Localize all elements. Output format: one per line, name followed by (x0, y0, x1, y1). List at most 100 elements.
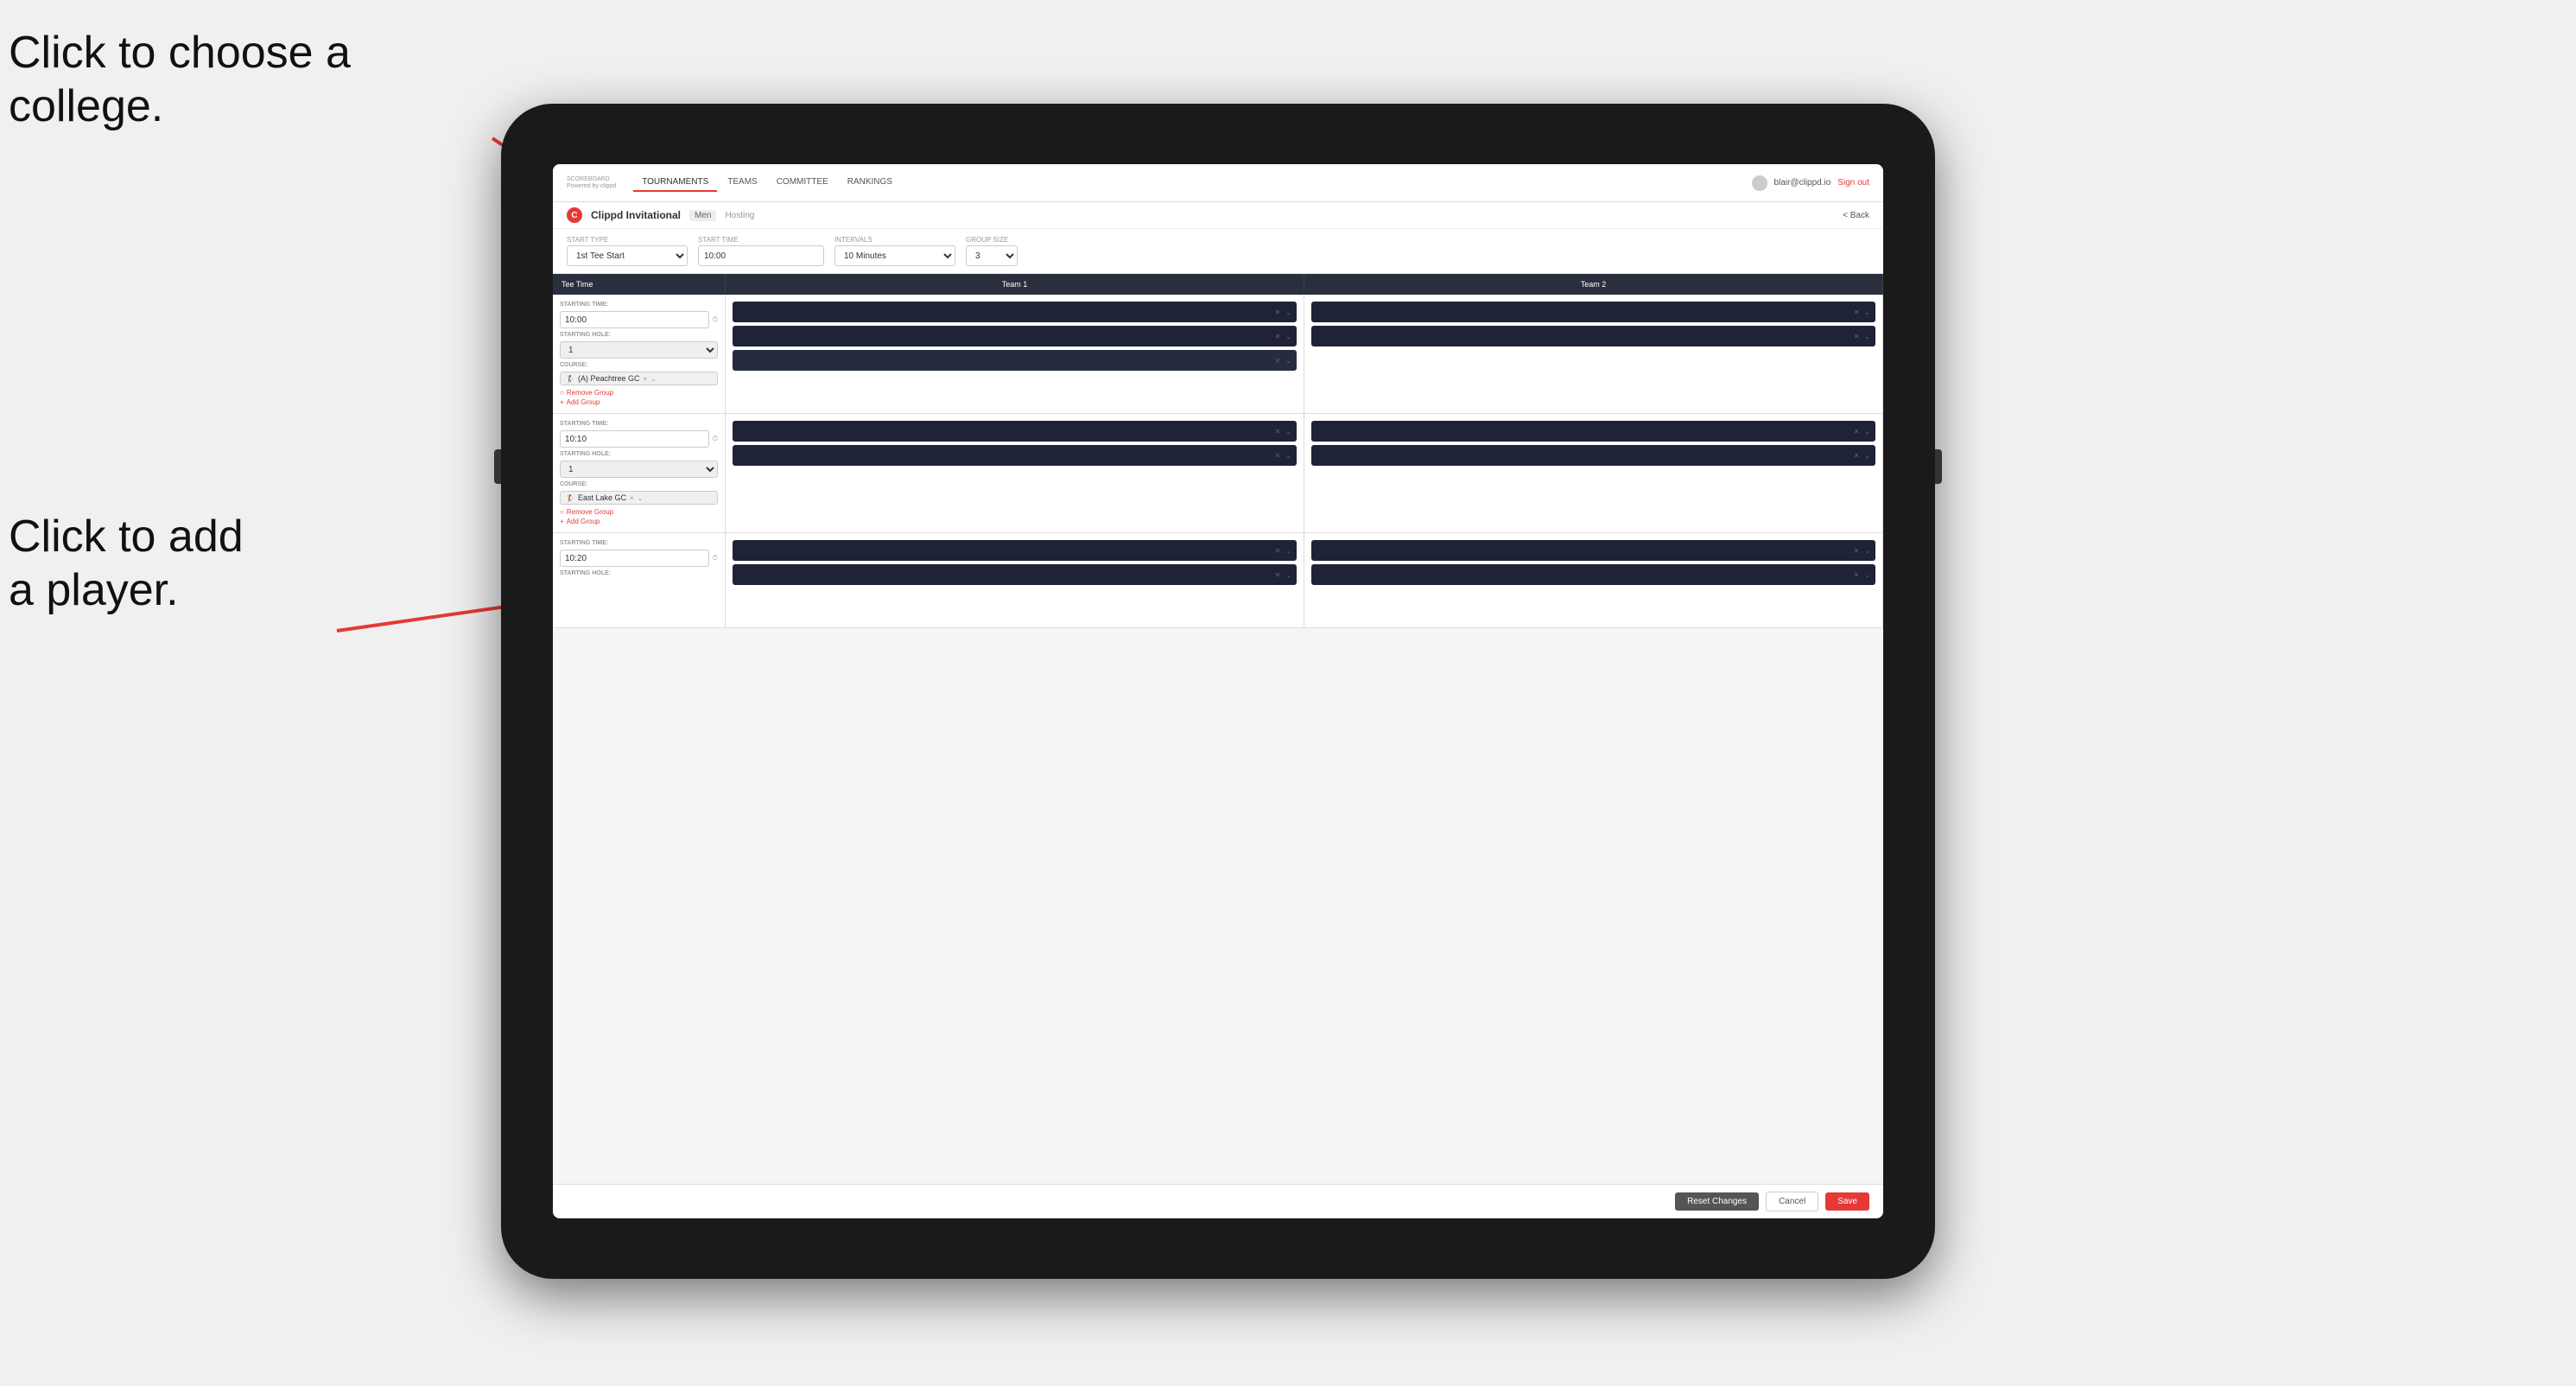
start-type-label: Start Type (567, 236, 688, 244)
player-slot-1b[interactable]: ✕ ⌄ (733, 326, 1297, 346)
sign-out-link[interactable]: Sign out (1837, 178, 1869, 188)
scroll-content[interactable]: STARTING TIME: ⏱ STARTING HOLE: 1 COURSE… (553, 295, 1883, 1184)
chevron-icon-3b[interactable]: ⌄ (1285, 571, 1291, 579)
remove-group-2[interactable]: ○ Remove Group (560, 508, 718, 516)
chevron2-icon-2b[interactable]: ⌄ (1864, 452, 1870, 460)
expand2-icon-3b[interactable]: ✕ (1854, 571, 1860, 579)
course-badge-2[interactable]: 🏌 East Lake GC × ⌄ (560, 491, 718, 505)
save-button[interactable]: Save (1825, 1192, 1869, 1211)
player-slot-1c[interactable]: ✕ ⌄ (733, 350, 1297, 371)
starting-hole-label-2: STARTING HOLE: (560, 451, 718, 457)
group-row: STARTING TIME: ⏱ STARTING HOLE: 1 COURSE… (553, 295, 1883, 414)
expand-icon-3b[interactable]: ✕ (1275, 571, 1281, 579)
player-slot-2a[interactable]: ✕ ⌄ (733, 421, 1297, 442)
chevron2-icon-1a[interactable]: ⌄ (1864, 308, 1870, 316)
tablet-screen: SCOREBOARD Powered by clippd TOURNAMENTS… (553, 164, 1883, 1218)
remove-group-1[interactable]: ○ Remove Group (560, 389, 718, 397)
chevron2-icon-1b[interactable]: ⌄ (1864, 333, 1870, 340)
table-header: Tee Time Team 1 Team 2 (553, 274, 1883, 295)
back-button[interactable]: < Back (1843, 211, 1869, 220)
intervals-label: Intervals (834, 236, 955, 244)
tablet-notch-right (1935, 449, 1942, 484)
team2-slot-1a[interactable]: ✕ ⌄ (1311, 302, 1875, 322)
team1-cell-1: ✕ ⌄ ✕ ⌄ ✕ ⌄ (726, 295, 1304, 413)
starting-time-input-3[interactable] (560, 550, 709, 567)
sub-header: C Clippd Invitational Men Hosting < Back (553, 202, 1883, 229)
starting-time-label-1: STARTING TIME: (560, 302, 718, 308)
expand2-icon-3a[interactable]: ✕ (1854, 547, 1860, 555)
remove-course-2[interactable]: × (630, 494, 634, 502)
intervals-group: Intervals 10 Minutes (834, 236, 955, 266)
nav-links: TOURNAMENTS TEAMS COMMITTEE RANKINGS (633, 174, 1751, 192)
chevron-icon-1c[interactable]: ⌄ (1285, 357, 1291, 365)
nav-link-tournaments[interactable]: TOURNAMENTS (633, 174, 717, 192)
team2-slot-1b[interactable]: ✕ ⌄ (1311, 326, 1875, 346)
team2-cell-2: ✕ ⌄ ✕ ⌄ (1304, 414, 1883, 532)
starting-hole-select-2[interactable]: 1 (560, 461, 718, 478)
group-size-select[interactable]: 3 (966, 245, 1018, 266)
chevron2-icon-3a[interactable]: ⌄ (1864, 547, 1870, 555)
team2-slot-3b[interactable]: ✕ ⌄ (1311, 564, 1875, 585)
team2-slot-2a[interactable]: ✕ ⌄ (1311, 421, 1875, 442)
group-row-3: STARTING TIME: ⏱ STARTING HOLE: ✕ ⌄ (553, 533, 1883, 628)
col-team1: Team 1 (726, 274, 1304, 295)
start-time-input[interactable] (698, 245, 824, 266)
expand-icon-1a[interactable]: ✕ (1275, 308, 1281, 316)
expand-icon-1b[interactable]: ✕ (1275, 333, 1281, 340)
start-type-group: Start Type 1st Tee Start (567, 236, 688, 266)
remove-course-1[interactable]: × (644, 375, 648, 383)
expand-icon-3a[interactable]: ✕ (1275, 547, 1281, 555)
team2-cell-3: ✕ ⌄ ✕ ⌄ (1304, 533, 1883, 627)
player-slot-3b[interactable]: ✕ ⌄ (733, 564, 1297, 585)
chevron2-icon-3b[interactable]: ⌄ (1864, 571, 1870, 579)
group-actions-1: ○ Remove Group + Add Group (560, 389, 718, 406)
team2-slot-3a[interactable]: ✕ ⌄ (1311, 540, 1875, 561)
add-group-1[interactable]: + Add Group (560, 398, 718, 406)
expand2-icon-1a[interactable]: ✕ (1854, 308, 1860, 316)
player-slot-3a[interactable]: ✕ ⌄ (733, 540, 1297, 561)
starting-hole-label-1: STARTING HOLE: (560, 332, 718, 338)
chevron-icon-2b[interactable]: ⌄ (1285, 452, 1291, 460)
expand2-icon-2b[interactable]: ✕ (1854, 452, 1860, 460)
chevron-icon-1b[interactable]: ⌄ (1285, 333, 1291, 340)
start-type-select[interactable]: 1st Tee Start (567, 245, 688, 266)
starting-time-label-3: STARTING TIME: (560, 540, 718, 546)
starting-time-input-2[interactable] (560, 430, 709, 448)
intervals-select[interactable]: 10 Minutes (834, 245, 955, 266)
expand-icon-1c[interactable]: ✕ (1275, 357, 1281, 365)
start-time-label: Start Time (698, 236, 824, 244)
nav-link-rankings[interactable]: RANKINGS (839, 174, 901, 192)
expand2-icon-1b[interactable]: ✕ (1854, 333, 1860, 340)
group-actions-2: ○ Remove Group + Add Group (560, 508, 718, 525)
remove-icon-2: ○ (560, 508, 564, 516)
course-name-1: (A) Peachtree GC (578, 374, 640, 383)
team2-slot-2b[interactable]: ✕ ⌄ (1311, 445, 1875, 466)
expand2-icon-2a[interactable]: ✕ (1854, 428, 1860, 436)
remove-icon-1: ○ (560, 389, 564, 397)
starting-hole-select-1[interactable]: 1 (560, 341, 718, 359)
nav-link-teams[interactable]: TEAMS (719, 174, 765, 192)
tournament-badge: Men (689, 210, 716, 221)
player-slot-2b[interactable]: ✕ ⌄ (733, 445, 1297, 466)
tablet-frame: SCOREBOARD Powered by clippd TOURNAMENTS… (501, 104, 1935, 1279)
course-label-1: COURSE: (560, 362, 718, 368)
chevron2-icon-2a[interactable]: ⌄ (1864, 428, 1870, 436)
nav-user: blair@clippd.io Sign out (1752, 175, 1869, 191)
add-group-2[interactable]: + Add Group (560, 518, 718, 525)
chevron-icon-1a[interactable]: ⌄ (1285, 308, 1291, 316)
expand-icon-2b[interactable]: ✕ (1275, 452, 1281, 460)
course-badge-1[interactable]: 🏌 (A) Peachtree GC × ⌄ (560, 372, 718, 385)
course-chevron-1[interactable]: ⌄ (650, 375, 657, 383)
starting-time-input-1[interactable] (560, 311, 709, 328)
expand-icon-2a[interactable]: ✕ (1275, 428, 1281, 436)
course-chevron-2[interactable]: ⌄ (638, 494, 644, 502)
nav-link-committee[interactable]: COMMITTEE (768, 174, 837, 192)
cancel-button[interactable]: Cancel (1766, 1192, 1818, 1211)
reset-changes-button[interactable]: Reset Changes (1675, 1192, 1759, 1211)
starting-time-label-2: STARTING TIME: (560, 421, 718, 427)
group-size-group: Group Size 3 (966, 236, 1018, 266)
chevron-icon-3a[interactable]: ⌄ (1285, 547, 1291, 555)
player-slot-1a[interactable]: ✕ ⌄ (733, 302, 1297, 322)
annotation-choose-college: Click to choose a college. (9, 26, 351, 134)
chevron-icon-2a[interactable]: ⌄ (1285, 428, 1291, 436)
